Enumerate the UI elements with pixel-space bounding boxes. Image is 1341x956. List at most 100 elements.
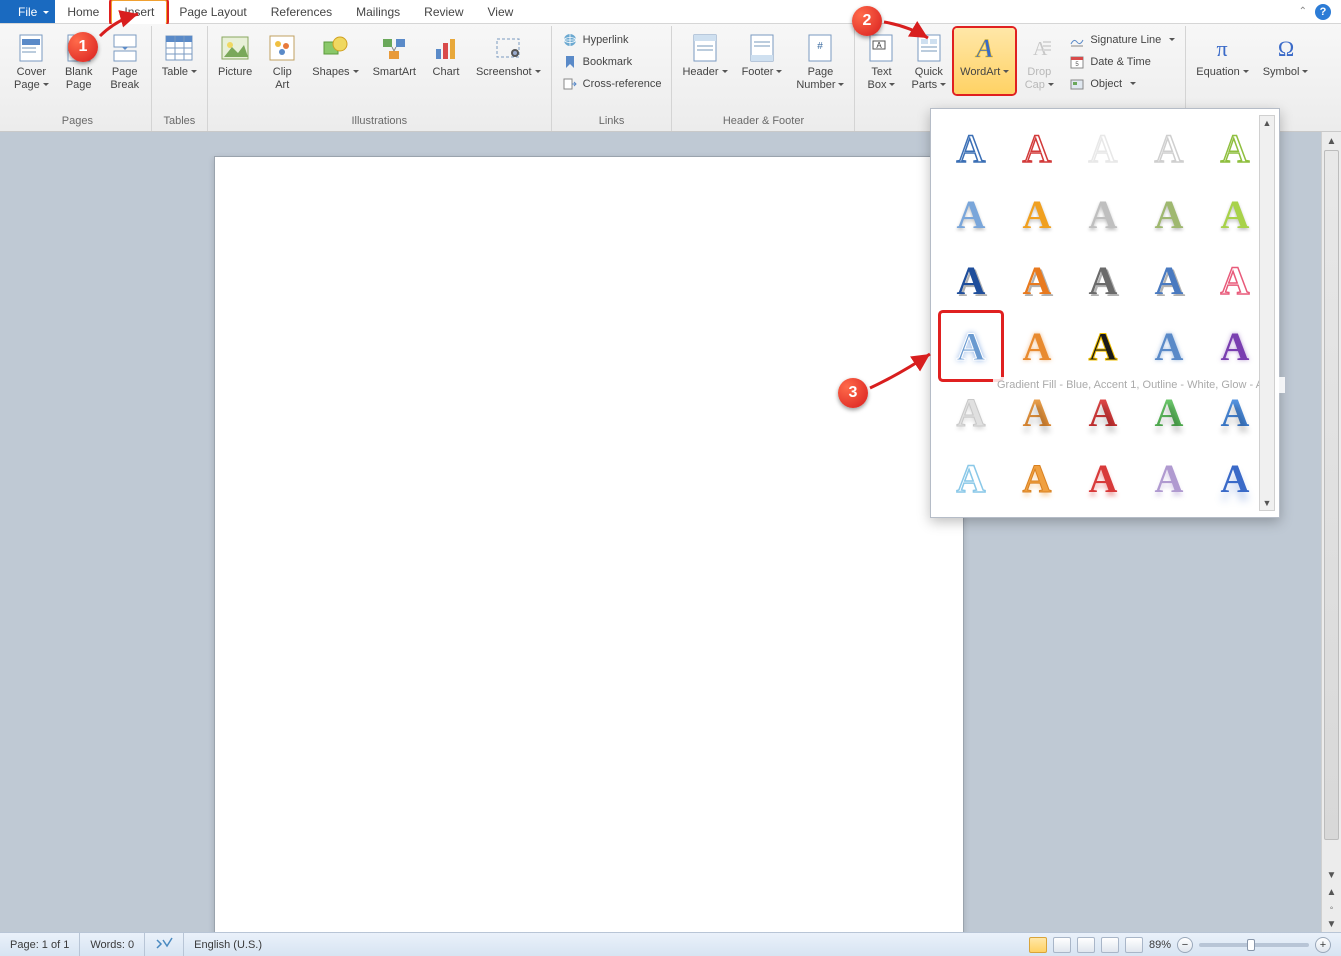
- svg-text:#: #: [818, 41, 824, 52]
- drop-cap-button[interactable]: A Drop Cap: [1017, 28, 1061, 94]
- wordart-style-1[interactable]: A: [941, 115, 1001, 181]
- hyperlink-button[interactable]: Hyperlink: [558, 30, 666, 50]
- help-icon[interactable]: ?: [1315, 4, 1331, 20]
- page-number-button[interactable]: # Page Number: [790, 28, 850, 94]
- wordart-style-16[interactable]: A: [941, 313, 1001, 379]
- wordart-style-6[interactable]: A: [941, 181, 1001, 247]
- wordart-style-9[interactable]: A: [1139, 181, 1199, 247]
- svg-text:π: π: [1217, 36, 1228, 61]
- wordart-style-15[interactable]: A: [1205, 247, 1265, 313]
- browse-object-icon[interactable]: ◦: [1330, 900, 1334, 916]
- zoom-slider[interactable]: [1199, 943, 1309, 947]
- wordart-style-3[interactable]: A: [1073, 115, 1133, 181]
- tab-view[interactable]: View: [476, 0, 526, 23]
- equation-icon: π: [1206, 32, 1238, 64]
- wordart-style-28[interactable]: A: [1073, 445, 1133, 511]
- zoom-in-button[interactable]: +: [1315, 937, 1331, 953]
- status-page[interactable]: Page: 1 of 1: [0, 933, 80, 956]
- tab-mailings[interactable]: Mailings: [344, 0, 412, 23]
- wordart-style-2[interactable]: A: [1007, 115, 1067, 181]
- next-page-icon[interactable]: ▼: [1327, 916, 1337, 932]
- zoom-level-label[interactable]: 89%: [1149, 939, 1171, 951]
- wordart-style-18[interactable]: A: [1073, 313, 1133, 379]
- tab-references[interactable]: References: [259, 0, 344, 23]
- equation-button[interactable]: π Equation: [1190, 28, 1254, 94]
- wordart-style-20[interactable]: A: [1205, 313, 1265, 379]
- clip-art-button[interactable]: Clip Art: [260, 28, 304, 94]
- group-links: Hyperlink Bookmark Cross-reference Links: [552, 26, 673, 131]
- object-button[interactable]: Object: [1065, 74, 1179, 94]
- date-time-button[interactable]: 5Date & Time: [1065, 52, 1179, 72]
- wordart-style-17[interactable]: A: [1007, 313, 1067, 379]
- tab-label: View: [488, 5, 514, 19]
- tab-review[interactable]: Review: [412, 0, 475, 23]
- wordart-style-27[interactable]: A: [1007, 445, 1067, 511]
- minimize-ribbon-icon[interactable]: ⌃: [1299, 6, 1307, 17]
- view-draft-button[interactable]: [1125, 937, 1143, 953]
- object-label: Object: [1090, 78, 1122, 90]
- gallery-scrollbar[interactable]: ▲ ▼: [1259, 115, 1275, 511]
- wordart-style-10[interactable]: A: [1205, 181, 1265, 247]
- signature-line-button[interactable]: Signature Line: [1065, 30, 1179, 50]
- zoom-slider-knob[interactable]: [1247, 939, 1255, 951]
- header-button[interactable]: Header: [676, 28, 733, 94]
- cover-page-button[interactable]: Cover Page: [8, 28, 55, 94]
- symbol-button[interactable]: Ω Symbol: [1257, 28, 1315, 94]
- footer-button[interactable]: Footer: [736, 28, 789, 94]
- gallery-scroll-down-icon[interactable]: ▼: [1260, 496, 1274, 510]
- date-time-icon: 5: [1069, 54, 1085, 70]
- wordart-style-11[interactable]: A: [941, 247, 1001, 313]
- shapes-button[interactable]: Shapes: [306, 28, 364, 94]
- wordart-style-13[interactable]: A: [1073, 247, 1133, 313]
- chart-icon: [430, 32, 462, 64]
- wordart-style-29[interactable]: A: [1139, 445, 1199, 511]
- status-language[interactable]: English (U.S.): [184, 933, 272, 956]
- wordart-style-4[interactable]: A: [1139, 115, 1199, 181]
- cross-reference-button[interactable]: Cross-reference: [558, 74, 666, 94]
- smartart-button[interactable]: SmartArt: [367, 28, 422, 94]
- table-icon: [163, 32, 195, 64]
- view-full-screen-button[interactable]: [1053, 937, 1071, 953]
- gallery-scroll-up-icon[interactable]: ▲: [1260, 116, 1274, 130]
- wordart-style-14[interactable]: A: [1139, 247, 1199, 313]
- view-print-layout-button[interactable]: [1029, 937, 1047, 953]
- wordart-style-12[interactable]: A: [1007, 247, 1067, 313]
- bookmark-label: Bookmark: [583, 56, 633, 68]
- page-number-label: Page Number: [796, 66, 844, 92]
- status-proofing[interactable]: [145, 933, 184, 956]
- bookmark-button[interactable]: Bookmark: [558, 52, 666, 72]
- table-button[interactable]: Table: [156, 28, 203, 94]
- wordart-style-8[interactable]: A: [1073, 181, 1133, 247]
- wordart-style-7[interactable]: A: [1007, 181, 1067, 247]
- wordart-style-19[interactable]: A: [1139, 313, 1199, 379]
- wordart-style-21[interactable]: A: [941, 379, 1001, 445]
- symbol-label: Symbol: [1263, 66, 1309, 92]
- wordart-style-5[interactable]: A: [1205, 115, 1265, 181]
- document-page[interactable]: [214, 156, 964, 932]
- tab-label: Review: [424, 5, 463, 19]
- status-words[interactable]: Words: 0: [80, 933, 145, 956]
- scroll-down-icon[interactable]: ▼: [1322, 866, 1341, 884]
- picture-button[interactable]: Picture: [212, 28, 258, 94]
- tab-label: Home: [67, 5, 99, 19]
- view-web-layout-button[interactable]: [1077, 937, 1095, 953]
- vertical-scrollbar[interactable]: ▲ ▼ ▲ ◦ ▼: [1321, 132, 1341, 932]
- wordart-style-30[interactable]: A: [1205, 445, 1265, 511]
- chart-button[interactable]: Chart: [424, 28, 468, 94]
- tab-page-layout[interactable]: Page Layout: [167, 0, 258, 23]
- scroll-thumb[interactable]: [1324, 150, 1339, 840]
- scroll-up-icon[interactable]: ▲: [1322, 132, 1341, 150]
- wordart-gallery-grid: AAAAAAAAAAAAAAAAAAAAAAAAAAAAAA: [941, 115, 1275, 511]
- wordart-label: WordArt: [960, 66, 1009, 92]
- screenshot-label: Screenshot: [476, 66, 541, 92]
- prev-page-icon[interactable]: ▲: [1327, 884, 1337, 900]
- tab-file[interactable]: File: [0, 0, 55, 23]
- screenshot-button[interactable]: Screenshot: [470, 28, 547, 94]
- zoom-out-button[interactable]: −: [1177, 937, 1193, 953]
- view-outline-button[interactable]: [1101, 937, 1119, 953]
- wordart-style-26[interactable]: A: [941, 445, 1001, 511]
- wordart-button[interactable]: A WordArt: [954, 28, 1015, 94]
- gallery-scroll-track[interactable]: [1260, 130, 1274, 496]
- scroll-track[interactable]: [1322, 150, 1341, 866]
- text-box-label: Text Box: [868, 66, 896, 92]
